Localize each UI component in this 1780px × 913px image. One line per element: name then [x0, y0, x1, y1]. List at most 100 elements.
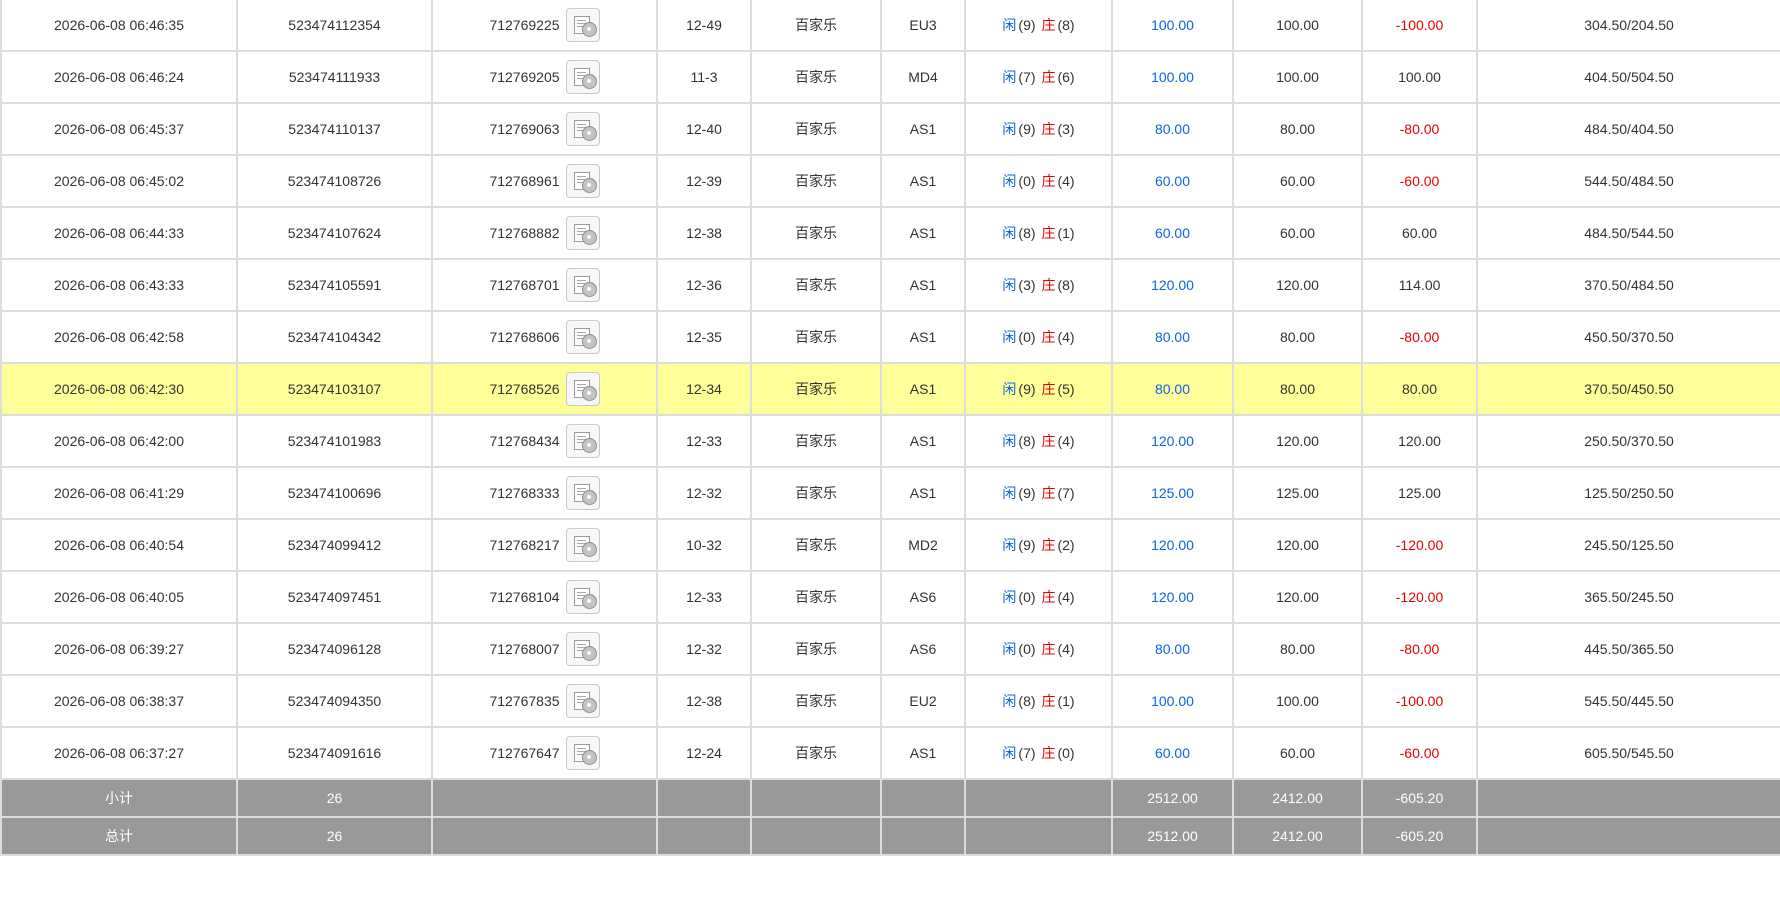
bet-amount-link[interactable]: 80.00 — [1111, 362, 1234, 416]
order-id-cell: 523474099412 — [236, 518, 433, 572]
game-no-text: 712767647 — [489, 745, 560, 761]
table-row: 2026-06-08 06:44:33 523474107624 7127688… — [0, 206, 1780, 260]
bet-detail-icon[interactable] — [565, 320, 600, 354]
game-no-text: 712769205 — [489, 69, 560, 85]
banker-label: 庄 — [1041, 589, 1056, 605]
player-label: 闲 — [1002, 433, 1017, 449]
bet-amount-link[interactable]: 80.00 — [1111, 622, 1234, 676]
bet-amount-link[interactable]: 60.00 — [1111, 154, 1234, 208]
balance-cell: 304.50/204.50 — [1476, 0, 1780, 52]
shoe-round-cell: 12-38 — [656, 206, 752, 260]
bet-amount-link[interactable]: 80.00 — [1111, 310, 1234, 364]
order-id-cell: 523474091616 — [236, 726, 433, 780]
bet-time-cell: 2026-06-08 06:41:29 — [0, 466, 238, 520]
bet-amount-link[interactable]: 100.00 — [1111, 0, 1234, 52]
table-row: 2026-06-08 06:43:33 523474105591 7127687… — [0, 258, 1780, 312]
bet-detail-icon[interactable] — [565, 8, 600, 42]
shoe-round-cell: 12-33 — [656, 414, 752, 468]
bet-amount-link[interactable]: 120.00 — [1111, 570, 1234, 624]
valid-bet-cell: 100.00 — [1232, 674, 1363, 728]
result-cell: 闲 (3) 庄 (8) — [964, 258, 1113, 312]
valid-bet-cell: 60.00 — [1232, 206, 1363, 260]
bet-detail-icon[interactable] — [565, 216, 600, 250]
shoe-round-cell: 12-24 — [656, 726, 752, 780]
valid-bet-cell: 120.00 — [1232, 258, 1363, 312]
bet-detail-icon[interactable] — [565, 60, 600, 94]
game-no-text: 712767835 — [489, 693, 560, 709]
game-type-cell: 百家乐 — [750, 466, 882, 520]
banker-score: (1) — [1057, 693, 1075, 709]
table-row: 2026-06-08 06:42:30 523474103107 7127685… — [0, 362, 1780, 416]
player-score: (0) — [1018, 329, 1036, 345]
game-no-cell: 712767647 — [431, 726, 658, 780]
player-score: (9) — [1018, 121, 1036, 137]
bet-amount-link[interactable]: 120.00 — [1111, 258, 1234, 312]
win-loss-cell: 120.00 — [1361, 414, 1478, 468]
bet-detail-icon[interactable] — [565, 580, 600, 614]
shoe-round-cell: 12-40 — [656, 102, 752, 156]
bet-detail-icon[interactable] — [565, 164, 600, 198]
result-cell: 闲 (9) 庄 (8) — [964, 0, 1113, 52]
table-code-cell: AS1 — [880, 258, 966, 312]
valid-bet-cell: 60.00 — [1232, 726, 1363, 780]
summary-win-loss: -605.20 — [1361, 778, 1478, 818]
summary-bet: 2512.00 — [1111, 778, 1234, 818]
bet-detail-icon[interactable] — [565, 112, 600, 146]
game-no-cell: 712768882 — [431, 206, 658, 260]
valid-bet-cell: 100.00 — [1232, 50, 1363, 104]
bet-amount-link[interactable]: 80.00 — [1111, 102, 1234, 156]
player-label: 闲 — [1002, 745, 1017, 761]
player-label: 闲 — [1002, 381, 1017, 397]
bet-amount-link[interactable]: 60.00 — [1111, 206, 1234, 260]
game-no-text: 712768606 — [489, 329, 560, 345]
shoe-round-cell: 12-49 — [656, 0, 752, 52]
game-no-text: 712768526 — [489, 381, 560, 397]
game-no-cell: 712768434 — [431, 414, 658, 468]
game-no-cell: 712768526 — [431, 362, 658, 416]
win-loss-cell: 114.00 — [1361, 258, 1478, 312]
banker-score: (8) — [1057, 17, 1075, 33]
summary-label: 总计 — [0, 816, 238, 856]
result-cell: 闲 (9) 庄 (7) — [964, 466, 1113, 520]
game-no-cell: 712769205 — [431, 50, 658, 104]
summary-empty — [750, 816, 882, 856]
banker-score: (1) — [1057, 225, 1075, 241]
bet-detail-icon[interactable] — [565, 684, 600, 718]
result-cell: 闲 (8) 庄 (1) — [964, 206, 1113, 260]
table-code-cell: AS1 — [880, 466, 966, 520]
bet-detail-icon[interactable] — [565, 476, 600, 510]
game-type-cell: 百家乐 — [750, 414, 882, 468]
game-no-text: 712768007 — [489, 641, 560, 657]
bet-detail-icon[interactable] — [565, 528, 600, 562]
bet-amount-link[interactable]: 60.00 — [1111, 726, 1234, 780]
bet-detail-icon[interactable] — [565, 632, 600, 666]
banker-label: 庄 — [1041, 381, 1056, 397]
bet-amount-link[interactable]: 125.00 — [1111, 466, 1234, 520]
game-no-text: 712768882 — [489, 225, 560, 241]
table-row: 2026-06-08 06:41:29 523474100696 7127683… — [0, 466, 1780, 520]
bet-amount-link[interactable]: 120.00 — [1111, 414, 1234, 468]
table-code-cell: AS1 — [880, 102, 966, 156]
banker-label: 庄 — [1041, 17, 1056, 33]
player-score: (3) — [1018, 277, 1036, 293]
summary-empty — [431, 816, 658, 856]
bet-time-cell: 2026-06-08 06:45:02 — [0, 154, 238, 208]
bet-detail-icon[interactable] — [565, 736, 600, 770]
win-loss-cell: -100.00 — [1361, 674, 1478, 728]
bet-amount-link[interactable]: 100.00 — [1111, 674, 1234, 728]
summary-bet: 2512.00 — [1111, 816, 1234, 856]
bet-time-cell: 2026-06-08 06:37:27 — [0, 726, 238, 780]
bet-time-cell: 2026-06-08 06:42:30 — [0, 362, 238, 416]
shoe-round-cell: 12-33 — [656, 570, 752, 624]
bet-amount-link[interactable]: 100.00 — [1111, 50, 1234, 104]
bet-amount-link[interactable]: 120.00 — [1111, 518, 1234, 572]
summary-label: 小计 — [0, 778, 238, 818]
bet-detail-icon[interactable] — [565, 372, 600, 406]
bet-detail-icon[interactable] — [565, 424, 600, 458]
balance-cell: 125.50/250.50 — [1476, 466, 1780, 520]
bet-detail-icon[interactable] — [565, 268, 600, 302]
balance-cell: 365.50/245.50 — [1476, 570, 1780, 624]
table-code-cell: AS1 — [880, 154, 966, 208]
game-no-cell: 712769225 — [431, 0, 658, 52]
shoe-round-cell: 11-3 — [656, 50, 752, 104]
